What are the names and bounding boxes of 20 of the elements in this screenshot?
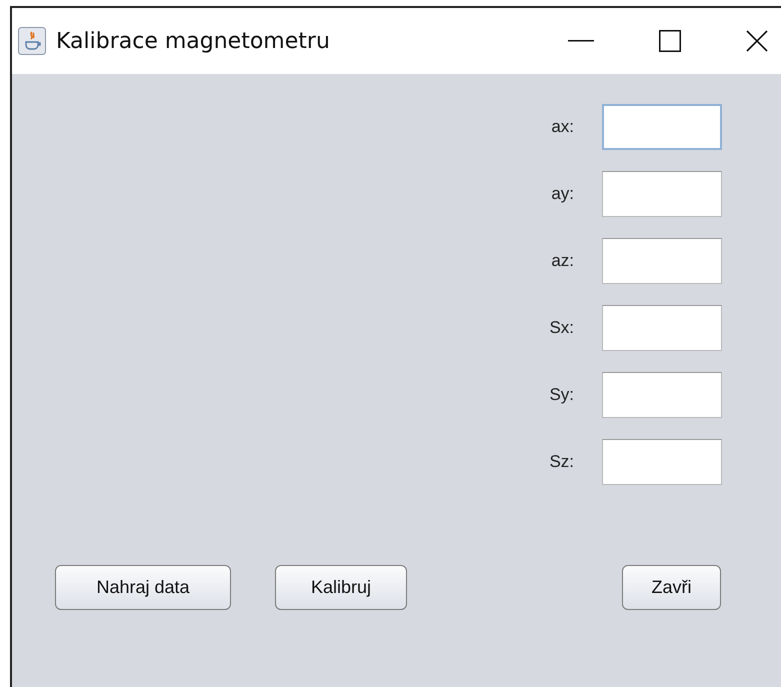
input-field[interactable]	[602, 238, 722, 284]
field-label: Sy:	[548, 385, 574, 405]
field-label: ax:	[550, 117, 574, 137]
input-field[interactable]	[602, 372, 722, 418]
field-label: Sx:	[548, 318, 574, 338]
input-field[interactable]	[602, 439, 722, 485]
window-title: Kalibrace magnetometru	[56, 28, 330, 54]
action-button[interactable]: Nahraj data	[55, 565, 231, 610]
action-button[interactable]: Zavři	[622, 565, 721, 610]
field-label: az:	[550, 251, 574, 271]
input-field[interactable]	[602, 171, 722, 217]
minimize-icon[interactable]	[568, 40, 594, 42]
close-icon[interactable]	[746, 30, 768, 52]
maximize-icon[interactable]	[659, 30, 681, 52]
coffee-cup-icon	[18, 27, 46, 55]
field-label: Sz:	[548, 452, 574, 472]
action-button[interactable]: Kalibruj	[275, 565, 407, 610]
field-label: ay:	[550, 184, 574, 204]
input-field[interactable]	[602, 305, 722, 351]
input-field[interactable]	[602, 104, 722, 150]
